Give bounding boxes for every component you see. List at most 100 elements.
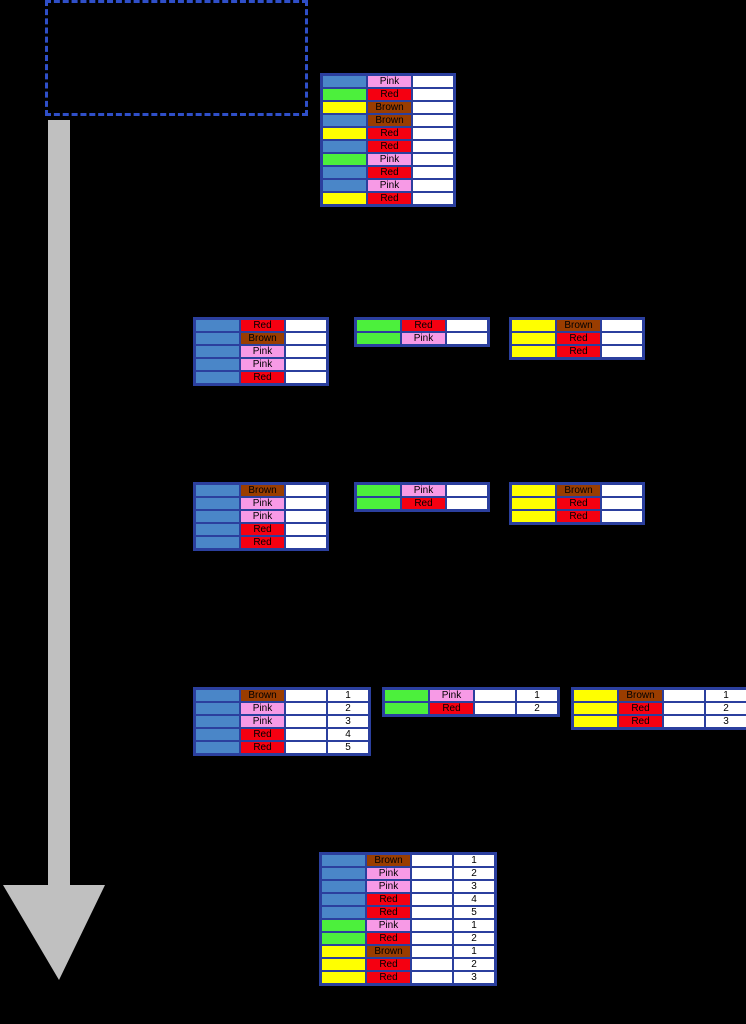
empty-cell[interactable] xyxy=(663,689,705,702)
empty-cell[interactable] xyxy=(411,971,453,984)
table-row[interactable]: Brown xyxy=(511,319,643,332)
table-row[interactable]: Red 4 xyxy=(195,728,369,741)
table-row[interactable]: Pink 2 xyxy=(321,867,495,880)
table-row[interactable]: Pink 1 xyxy=(384,689,558,702)
table-row[interactable]: Red xyxy=(356,319,488,332)
empty-cell[interactable] xyxy=(285,345,327,358)
empty-cell[interactable] xyxy=(285,715,327,728)
table-row[interactable]: Pink xyxy=(195,510,327,523)
empty-cell[interactable] xyxy=(411,906,453,919)
empty-cell[interactable] xyxy=(601,332,643,345)
empty-cell[interactable] xyxy=(412,127,454,140)
empty-cell[interactable] xyxy=(446,319,488,332)
table-row[interactable]: Pink xyxy=(322,153,454,166)
table-yellow-sorted[interactable]: Brown Red Red xyxy=(509,482,645,525)
table-row[interactable]: Red xyxy=(322,192,454,205)
table-row[interactable]: Brown xyxy=(511,484,643,497)
table-row[interactable]: Red xyxy=(195,536,327,549)
table-row[interactable]: Red 3 xyxy=(573,715,746,728)
table-row[interactable]: Pink xyxy=(195,345,327,358)
table-row[interactable]: Red 5 xyxy=(321,906,495,919)
table-row[interactable]: Red xyxy=(511,345,643,358)
empty-cell[interactable] xyxy=(285,741,327,754)
empty-cell[interactable] xyxy=(474,702,516,715)
table-unsorted[interactable]: Pink Red Brown Brown Red Red Pink Red Pink Red xyxy=(320,73,456,207)
table-row[interactable]: Pink 3 xyxy=(321,880,495,893)
table-row[interactable]: Pink 1 xyxy=(321,919,495,932)
empty-cell[interactable] xyxy=(412,140,454,153)
table-row[interactable]: Red 2 xyxy=(321,958,495,971)
table-row[interactable]: Pink xyxy=(195,497,327,510)
table-row[interactable]: Red xyxy=(195,523,327,536)
table-row[interactable]: Red 3 xyxy=(321,971,495,984)
empty-cell[interactable] xyxy=(285,484,327,497)
table-row[interactable]: Pink 3 xyxy=(195,715,369,728)
table-green-group[interactable]: Red Pink xyxy=(354,317,490,347)
table-row[interactable]: Red xyxy=(511,497,643,510)
empty-cell[interactable] xyxy=(411,919,453,932)
table-row[interactable]: Pink xyxy=(322,75,454,88)
table-row[interactable]: Pink xyxy=(322,179,454,192)
table-row[interactable]: Red 2 xyxy=(321,932,495,945)
table-row[interactable]: Red 2 xyxy=(573,702,746,715)
table-green-numbered[interactable]: Pink 1 Red 2 xyxy=(382,687,560,717)
table-row[interactable]: Red xyxy=(356,497,488,510)
empty-cell[interactable] xyxy=(411,945,453,958)
empty-cell[interactable] xyxy=(285,702,327,715)
table-row[interactable]: Red 2 xyxy=(384,702,558,715)
table-row[interactable]: Red xyxy=(511,332,643,345)
empty-cell[interactable] xyxy=(601,345,643,358)
empty-cell[interactable] xyxy=(411,958,453,971)
empty-cell[interactable] xyxy=(411,867,453,880)
empty-cell[interactable] xyxy=(411,880,453,893)
empty-cell[interactable] xyxy=(663,715,705,728)
table-row[interactable]: Pink xyxy=(195,358,327,371)
empty-cell[interactable] xyxy=(412,179,454,192)
empty-dashed-region[interactable] xyxy=(45,0,308,116)
empty-cell[interactable] xyxy=(412,192,454,205)
table-row[interactable]: Pink 2 xyxy=(195,702,369,715)
table-row[interactable]: Brown 1 xyxy=(321,854,495,867)
empty-cell[interactable] xyxy=(285,319,327,332)
table-row[interactable]: Red 4 xyxy=(321,893,495,906)
empty-cell[interactable] xyxy=(285,523,327,536)
table-row[interactable]: Red xyxy=(322,140,454,153)
empty-cell[interactable] xyxy=(601,510,643,523)
empty-cell[interactable] xyxy=(411,932,453,945)
empty-cell[interactable] xyxy=(663,702,705,715)
table-row[interactable]: Pink xyxy=(356,332,488,345)
table-final-combined[interactable]: Brown 1 Pink 2 Pink 3 Red 4 Red 5 Pink 1 Red 2 Brown 1 R… xyxy=(319,852,497,986)
table-row[interactable]: Brown xyxy=(195,332,327,345)
table-row[interactable]: Red 5 xyxy=(195,741,369,754)
empty-cell[interactable] xyxy=(412,88,454,101)
empty-cell[interactable] xyxy=(285,497,327,510)
table-green-sorted[interactable]: Pink Red xyxy=(354,482,490,512)
empty-cell[interactable] xyxy=(446,484,488,497)
empty-cell[interactable] xyxy=(285,510,327,523)
table-row[interactable]: Brown 1 xyxy=(573,689,746,702)
empty-cell[interactable] xyxy=(285,358,327,371)
table-blue-group[interactable]: Red Brown Pink Pink Red xyxy=(193,317,329,386)
empty-cell[interactable] xyxy=(412,166,454,179)
empty-cell[interactable] xyxy=(601,319,643,332)
table-row[interactable]: Brown xyxy=(322,101,454,114)
table-row[interactable]: Red xyxy=(511,510,643,523)
table-row[interactable]: Pink xyxy=(356,484,488,497)
empty-cell[interactable] xyxy=(601,484,643,497)
empty-cell[interactable] xyxy=(285,332,327,345)
table-row[interactable]: Red xyxy=(322,127,454,140)
table-blue-numbered[interactable]: Brown 1 Pink 2 Pink 3 Red 4 Red 5 xyxy=(193,687,371,756)
empty-cell[interactable] xyxy=(411,854,453,867)
table-blue-sorted[interactable]: Brown Pink Pink Red Red xyxy=(193,482,329,551)
table-row[interactable]: Red xyxy=(195,319,327,332)
empty-cell[interactable] xyxy=(285,728,327,741)
table-row[interactable]: Brown 1 xyxy=(195,689,369,702)
empty-cell[interactable] xyxy=(446,497,488,510)
empty-cell[interactable] xyxy=(446,332,488,345)
empty-cell[interactable] xyxy=(474,689,516,702)
empty-cell[interactable] xyxy=(285,689,327,702)
table-row[interactable]: Brown 1 xyxy=(321,945,495,958)
table-yellow-group[interactable]: Brown Red Red xyxy=(509,317,645,360)
empty-cell[interactable] xyxy=(601,497,643,510)
empty-cell[interactable] xyxy=(285,371,327,384)
